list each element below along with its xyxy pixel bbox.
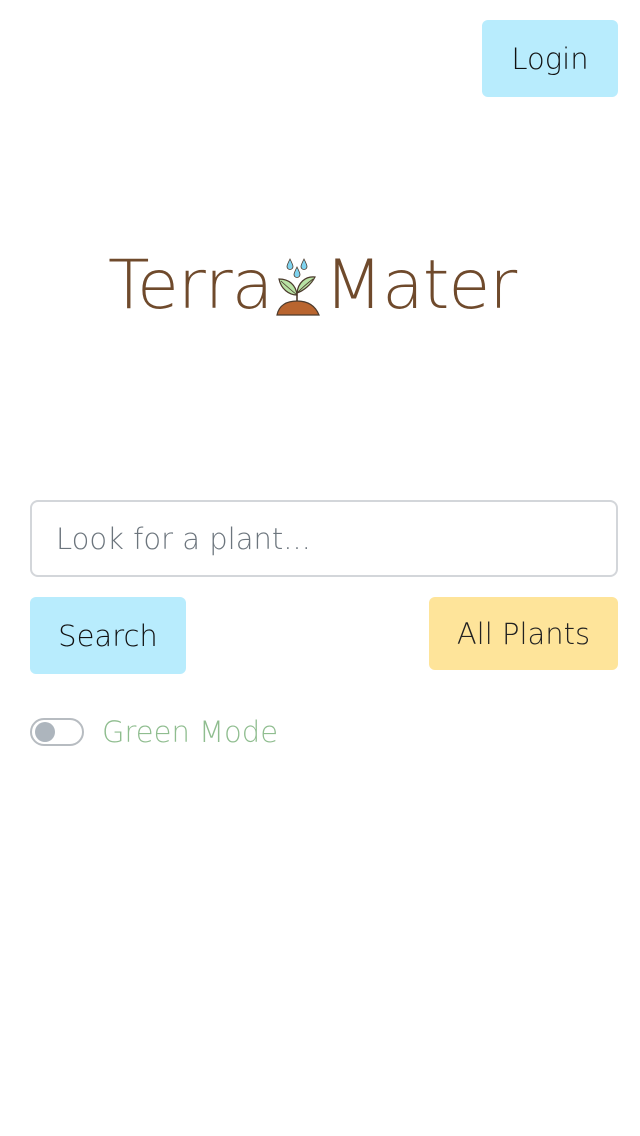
toggle-knob <box>35 722 55 742</box>
all-plants-button[interactable]: All Plants <box>429 597 618 670</box>
green-mode-label: Green Mode <box>102 715 279 749</box>
logo-text-terra: Terra <box>108 246 273 325</box>
sprout-icon <box>276 258 321 316</box>
page: Login Terra Mater Search All Plants Gree… <box>0 0 640 1136</box>
app-logo: Terra Mater <box>108 246 540 326</box>
green-mode-toggle[interactable] <box>30 718 84 746</box>
logo-text-mater: Mater <box>324 246 517 325</box>
search-button[interactable]: Search <box>30 597 186 674</box>
login-button[interactable]: Login <box>482 20 618 97</box>
green-mode-setting: Green Mode <box>30 710 278 754</box>
plant-search-input[interactable] <box>30 500 618 577</box>
